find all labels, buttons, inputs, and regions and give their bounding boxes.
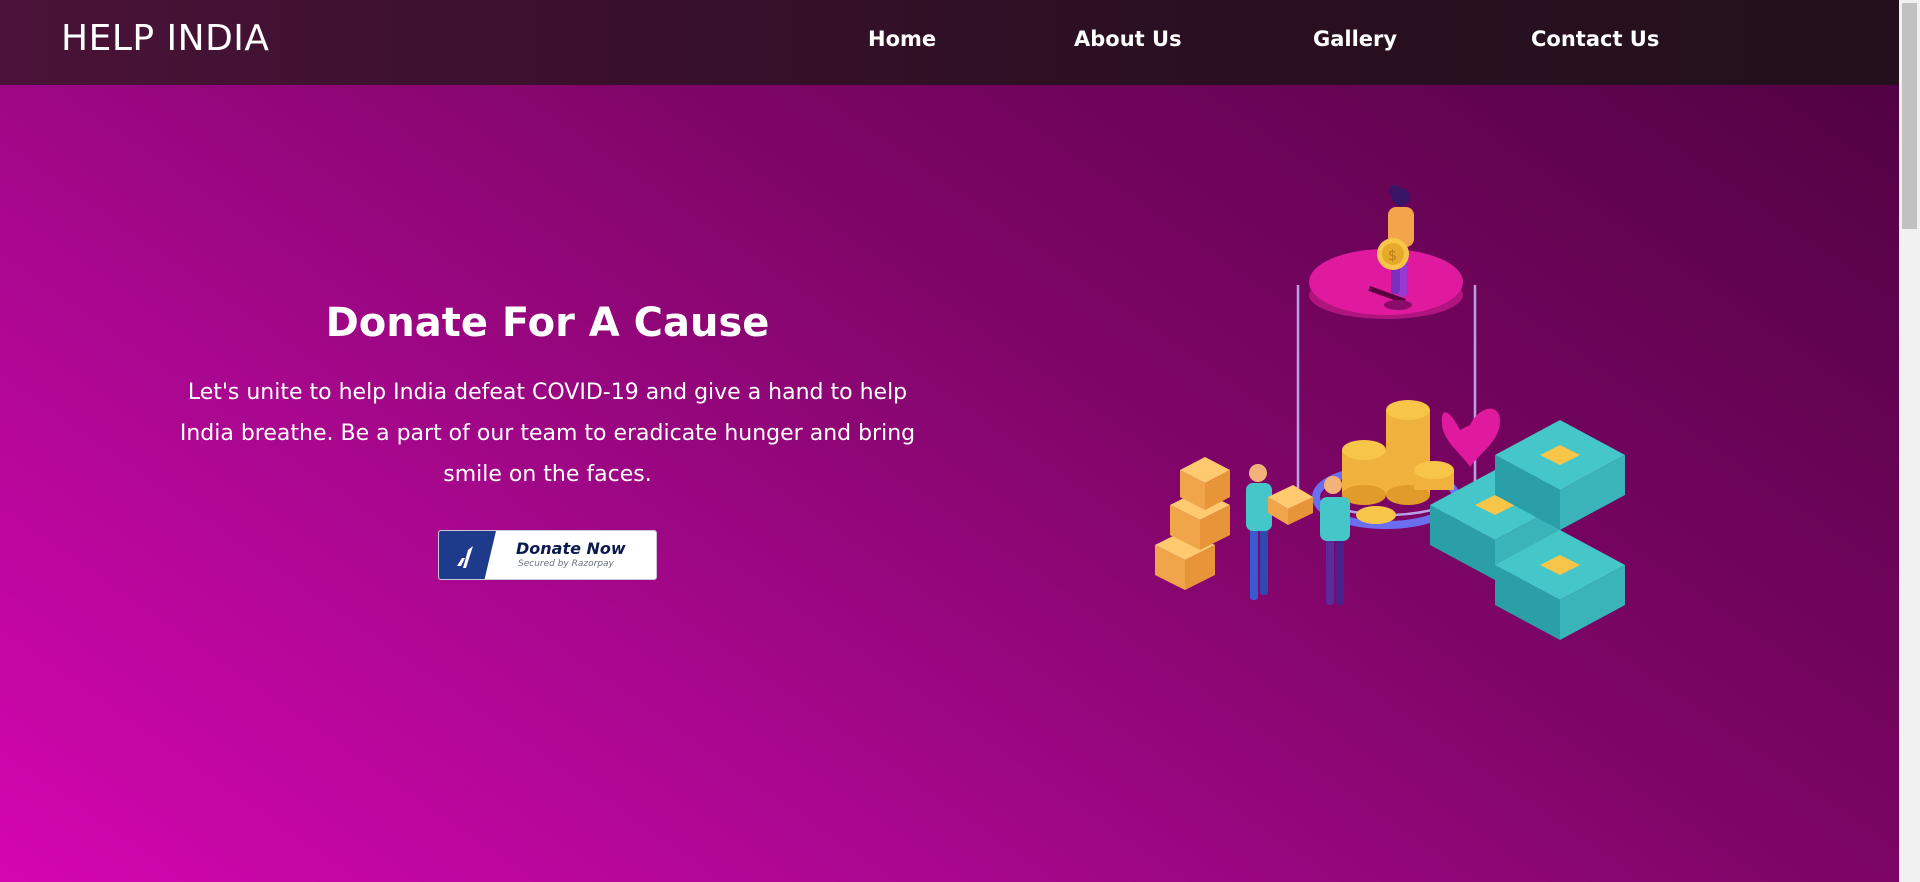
donate-button-text: Donate Now Secured by Razorpay <box>496 531 626 579</box>
page-scrollbar[interactable] <box>1899 0 1920 882</box>
razorpay-logo-icon <box>439 531 496 579</box>
scrollbar-thumb[interactable] <box>1902 3 1917 229</box>
stacked-boxes <box>1155 457 1230 590</box>
nav-link-gallery[interactable]: Gallery <box>1313 27 1397 51</box>
top-navbar: HELP INDIA Home About Us Gallery Contact… <box>0 0 1899 85</box>
donate-button-label: Donate Now <box>516 539 626 558</box>
nav-link-home[interactable]: Home <box>868 27 936 51</box>
hero-title: Donate For A Cause <box>325 300 770 346</box>
donate-button-sublabel: Secured by Razorpay <box>518 559 614 569</box>
brand-logo-text[interactable]: HELP INDIA <box>61 18 270 59</box>
donate-now-button[interactable]: Donate Now Secured by Razorpay <box>438 530 657 580</box>
hero-description: Let's unite to help India defeat COVID-1… <box>179 380 916 487</box>
donation-jar-illustration: $ <box>1155 185 1625 640</box>
nav-link-about-us[interactable]: About Us <box>1074 27 1182 51</box>
heart-icon <box>1441 408 1500 467</box>
svg-text:$: $ <box>1388 248 1397 264</box>
nav-link-contact-us[interactable]: Contact Us <box>1531 27 1659 51</box>
